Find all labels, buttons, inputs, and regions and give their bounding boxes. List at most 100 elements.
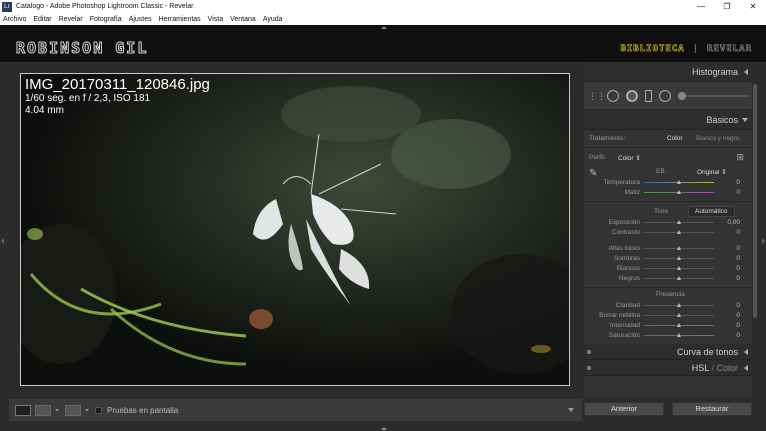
slider-knob[interactable] xyxy=(677,303,681,307)
slider-value[interactable]: 0 xyxy=(736,322,740,329)
slider-label: Claridad xyxy=(615,302,640,309)
hsl-header[interactable]: HSL / Color xyxy=(584,360,752,376)
module-biblioteca[interactable]: BIBLIOTECA xyxy=(620,44,684,55)
slider-exposicion[interactable]: Exposición 0,00 xyxy=(584,218,752,228)
slider-knob[interactable] xyxy=(677,190,681,194)
slider-value[interactable]: 0 xyxy=(736,332,740,339)
slider-value[interactable]: 0 xyxy=(736,312,740,319)
hsl-title: HSL / Color xyxy=(692,363,738,373)
minimize-button[interactable]: — xyxy=(688,0,714,13)
slider-claridad[interactable]: Claridad 0 xyxy=(584,301,752,311)
slider-knob[interactable] xyxy=(677,246,681,250)
module-separator: | xyxy=(692,44,700,54)
close-button[interactable]: ✕ xyxy=(740,0,766,13)
menu-herramientas[interactable]: Herramientas xyxy=(159,16,201,23)
menu-ayuda[interactable]: Ayuda xyxy=(263,16,283,23)
soft-proofing-checkbox[interactable] xyxy=(95,406,102,414)
tone-curve-header[interactable]: Curva de tonos xyxy=(584,344,752,360)
expand-filmstrip-icon[interactable] xyxy=(381,427,387,430)
menu-fotografia[interactable]: Fotografía xyxy=(90,16,122,23)
slider-knob[interactable] xyxy=(677,323,681,327)
slider-negros[interactable]: Negros 0 xyxy=(584,274,752,284)
slider-knob[interactable] xyxy=(677,180,681,184)
before-after-dropdown-icon[interactable] xyxy=(55,408,59,412)
menu-vista[interactable]: Vista xyxy=(208,16,223,23)
crop-grid-icon[interactable]: ⋮⋮ xyxy=(588,90,606,102)
slider-borrar-neblina[interactable]: Borrar neblina 0 xyxy=(584,311,752,321)
menu-editar[interactable]: Editar xyxy=(33,16,51,23)
hsl-label[interactable]: HSL xyxy=(692,363,709,373)
slider-temperatura[interactable]: Temperatura 0 xyxy=(584,178,752,188)
before-after-button[interactable] xyxy=(35,404,51,416)
slider-value[interactable]: 0 xyxy=(736,265,740,272)
slider-knob[interactable] xyxy=(677,230,681,234)
slider-saturacion[interactable]: Saturación 0 xyxy=(584,331,752,341)
slider-knob[interactable] xyxy=(677,256,681,260)
slider-blancos[interactable]: Blancos 0 xyxy=(584,264,752,274)
brush-slider-knob[interactable] xyxy=(678,91,686,100)
tone-curve-collapse-icon[interactable] xyxy=(744,349,748,355)
slider-value[interactable]: 0 xyxy=(736,302,740,309)
window-controls: — ❐ ✕ xyxy=(688,0,766,13)
histogram-collapse-icon[interactable] xyxy=(744,69,748,75)
loupe-view: IMG_20170311_120846.jpg 1/60 seg. en f /… xyxy=(9,62,582,398)
basics-collapse-icon[interactable] xyxy=(742,118,748,122)
slider-knob[interactable] xyxy=(677,313,681,317)
slider-knob[interactable] xyxy=(677,333,681,337)
wb-select[interactable]: Original ⇕ xyxy=(697,168,727,176)
radial-filter-icon[interactable] xyxy=(659,89,671,102)
photo-preview[interactable]: IMG_20170311_120846.jpg 1/60 seg. en f /… xyxy=(21,74,569,385)
before-after-split-button[interactable] xyxy=(65,404,81,416)
red-eye-icon[interactable] xyxy=(626,89,638,102)
slider-value[interactable]: 0 xyxy=(736,255,740,262)
slider-value[interactable]: 0 xyxy=(736,229,740,236)
maximize-button[interactable]: ❐ xyxy=(714,0,740,13)
hsl-collapse-icon[interactable] xyxy=(744,365,748,371)
menu-ajustes[interactable]: Ajustes xyxy=(129,16,152,23)
slider-value[interactable]: 0 xyxy=(736,179,740,186)
histogram-title: Histograma xyxy=(691,67,738,77)
slider-value[interactable]: 0 xyxy=(736,245,740,252)
treatment-color-option[interactable]: Color xyxy=(667,135,683,142)
collapse-top-panel-icon[interactable] xyxy=(381,26,387,29)
basics-title: Básicos xyxy=(706,115,738,125)
photo-focal-length: 4.04 mm xyxy=(25,105,64,116)
adjustment-brush-slider[interactable] xyxy=(678,91,748,100)
previous-button[interactable]: Anterior xyxy=(584,402,664,416)
menu-ventana[interactable]: Ventana xyxy=(230,16,256,23)
slider-sombras[interactable]: Sombras 0 xyxy=(584,254,752,264)
slider-value[interactable]: 0,00 xyxy=(727,219,740,226)
expand-left-panel-icon[interactable] xyxy=(1,238,4,244)
scrollbar-thumb[interactable] xyxy=(753,84,757,318)
menu-archivo[interactable]: Archivo xyxy=(3,16,26,23)
slider-matiz[interactable]: Matiz 0 xyxy=(584,188,752,198)
slider-intensidad[interactable]: Intensidad 0 xyxy=(584,321,752,331)
histogram-header[interactable]: Histograma xyxy=(584,62,752,82)
slider-contraste[interactable]: Contraste 0 xyxy=(584,228,752,238)
slider-value[interactable]: 0 xyxy=(736,189,740,196)
hsl-toggle-icon[interactable] xyxy=(587,366,591,370)
toolbar-options-icon[interactable] xyxy=(568,408,574,412)
slider-value[interactable]: 0 xyxy=(736,275,740,282)
slider-knob[interactable] xyxy=(677,266,681,270)
menu-revelar[interactable]: Revelar xyxy=(59,16,83,23)
reset-button[interactable]: Restaurar xyxy=(672,402,752,416)
module-revelar[interactable]: REVELAR xyxy=(707,44,752,55)
auto-tone-button[interactable]: Automático xyxy=(688,206,735,217)
treatment-bw-option[interactable]: Blanco y negro xyxy=(696,135,739,142)
slider-knob[interactable] xyxy=(677,276,681,280)
profile-browser-icon[interactable]: ⊞ xyxy=(736,152,744,163)
tone-curve-toggle-icon[interactable] xyxy=(587,350,591,354)
spot-removal-icon[interactable] xyxy=(607,89,619,102)
graduated-filter-icon[interactable] xyxy=(645,89,652,102)
basics-header[interactable]: Básicos xyxy=(584,110,752,130)
slider-knob[interactable] xyxy=(677,220,681,224)
loupe-view-button[interactable] xyxy=(15,404,31,416)
hsl-color-label[interactable]: Color xyxy=(716,363,738,373)
collapse-right-panel-icon[interactable] xyxy=(762,238,765,244)
profile-select[interactable]: Color ⇕ xyxy=(618,154,641,162)
split-dropdown-icon[interactable] xyxy=(85,408,89,412)
slider-altas-luces[interactable]: Altas luces 0 xyxy=(584,244,752,254)
slider-label: Contraste xyxy=(611,229,640,236)
right-panel-scrollbar[interactable] xyxy=(752,62,758,398)
